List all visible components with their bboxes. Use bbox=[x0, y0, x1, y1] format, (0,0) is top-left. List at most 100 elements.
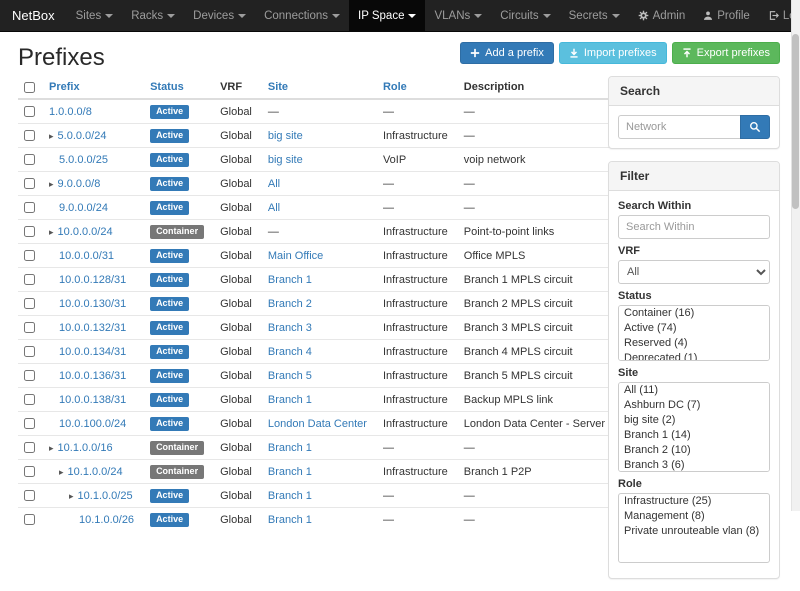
vrf-select[interactable]: All bbox=[618, 260, 770, 284]
status-option[interactable]: Deprecated (1) bbox=[619, 351, 769, 361]
row-checkbox[interactable] bbox=[24, 514, 35, 525]
role-cell: Infrastructure bbox=[375, 316, 456, 340]
row-checkbox[interactable] bbox=[24, 226, 35, 237]
site-link[interactable]: Branch 4 bbox=[268, 346, 312, 358]
select-all-checkbox[interactable] bbox=[24, 82, 35, 93]
site-option[interactable]: big site (2) bbox=[619, 413, 769, 428]
row-checkbox[interactable] bbox=[24, 490, 35, 501]
role-option[interactable]: Infrastructure (25) bbox=[619, 494, 769, 509]
status-listbox[interactable]: Container (16)Active (74)Reserved (4)Dep… bbox=[618, 305, 770, 361]
nav-item-vlans[interactable]: VLANs bbox=[425, 0, 491, 31]
expand-caret-icon: ▸ bbox=[49, 443, 54, 453]
prefix-link[interactable]: 10.0.100.0/24 bbox=[59, 418, 126, 430]
table-row: ▸10.1.0.0/16ContainerGlobalBranch 1—— bbox=[18, 436, 656, 460]
row-checkbox[interactable] bbox=[24, 178, 35, 189]
column-header-status[interactable]: Status bbox=[142, 76, 212, 99]
prefix-link[interactable]: 10.0.0.130/31 bbox=[59, 298, 126, 310]
export-prefixes-button[interactable]: Export prefixes bbox=[672, 42, 780, 64]
site-link[interactable]: London Data Center bbox=[268, 418, 367, 430]
site-link[interactable]: Branch 1 bbox=[268, 442, 312, 454]
prefix-link[interactable]: 5.0.0.0/24 bbox=[58, 130, 107, 142]
add-a-prefix-button[interactable]: Add a prefix bbox=[460, 42, 554, 64]
row-checkbox[interactable] bbox=[24, 418, 35, 429]
role-option[interactable]: Private unrouteable vlan (8) bbox=[619, 524, 769, 539]
scrollbar-thumb[interactable] bbox=[792, 34, 799, 209]
prefix-link[interactable]: 10.1.0.0/16 bbox=[58, 442, 113, 454]
prefix-link[interactable]: 9.0.0.0/8 bbox=[58, 178, 101, 190]
nav-item-ip-space[interactable]: IP Space bbox=[349, 0, 425, 31]
site-link[interactable]: big site bbox=[268, 154, 303, 166]
site-option[interactable]: All (11) bbox=[619, 383, 769, 398]
site-link[interactable]: Branch 1 bbox=[268, 514, 312, 526]
site-link[interactable]: All bbox=[268, 202, 280, 214]
checkbox-cell bbox=[18, 484, 41, 508]
prefix-link[interactable]: 10.0.0.136/31 bbox=[59, 370, 126, 382]
site-link[interactable]: Branch 2 bbox=[268, 298, 312, 310]
row-checkbox[interactable] bbox=[24, 466, 35, 477]
site-link[interactable]: Branch 5 bbox=[268, 370, 312, 382]
site-link[interactable]: Branch 1 bbox=[268, 466, 312, 478]
window-scrollbar[interactable] bbox=[791, 0, 800, 511]
prefix-link[interactable]: 10.1.0.0/25 bbox=[78, 490, 133, 502]
nav-item-racks[interactable]: Racks bbox=[122, 0, 184, 31]
role-cell: — bbox=[375, 99, 456, 124]
role-option[interactable]: Management (8) bbox=[619, 509, 769, 524]
site-option[interactable]: Branch 2 (10) bbox=[619, 443, 769, 458]
page-header: Prefixes Add a prefixImport prefixesExpo… bbox=[0, 32, 800, 76]
search-button[interactable] bbox=[740, 115, 770, 139]
row-checkbox[interactable] bbox=[24, 298, 35, 309]
site-link[interactable]: Main Office bbox=[268, 250, 323, 262]
row-checkbox[interactable] bbox=[24, 346, 35, 357]
site-link[interactable]: Branch 3 bbox=[268, 322, 312, 334]
prefix-link[interactable]: 10.0.0.0/31 bbox=[59, 250, 114, 262]
column-header-site[interactable]: Site bbox=[260, 76, 375, 99]
prefix-link[interactable]: 1.0.0.0/8 bbox=[49, 106, 92, 118]
status-option[interactable]: Reserved (4) bbox=[619, 336, 769, 351]
row-checkbox[interactable] bbox=[24, 442, 35, 453]
row-checkbox[interactable] bbox=[24, 370, 35, 381]
site-option[interactable]: Branch 1 (14) bbox=[619, 428, 769, 443]
prefix-link[interactable]: 5.0.0.0/25 bbox=[59, 154, 108, 166]
import-prefixes-button[interactable]: Import prefixes bbox=[559, 42, 667, 64]
role-listbox[interactable]: Infrastructure (25)Management (8)Private… bbox=[618, 493, 770, 563]
prefix-link[interactable]: 10.0.0.128/31 bbox=[59, 274, 126, 286]
nav-item-circuits[interactable]: Circuits bbox=[491, 0, 559, 31]
prefix-link[interactable]: 10.0.0.134/31 bbox=[59, 346, 126, 358]
prefix-link[interactable]: 9.0.0.0/24 bbox=[59, 202, 108, 214]
site-listbox[interactable]: All (11)Ashburn DC (7)big site (2)Branch… bbox=[618, 382, 770, 472]
prefix-link[interactable]: 10.1.0.0/26 bbox=[79, 514, 134, 526]
search-input[interactable] bbox=[618, 115, 740, 139]
prefix-link[interactable]: 10.1.0.0/24 bbox=[68, 466, 123, 478]
search-within-input[interactable] bbox=[618, 215, 770, 239]
prefix-link[interactable]: 10.0.0.138/31 bbox=[59, 394, 126, 406]
site-link[interactable]: Branch 1 bbox=[268, 394, 312, 406]
nav-item-sites[interactable]: Sites bbox=[67, 0, 123, 31]
site-link[interactable]: Branch 1 bbox=[268, 274, 312, 286]
vrf-cell: Global bbox=[212, 172, 260, 196]
status-option[interactable]: Active (74) bbox=[619, 321, 769, 336]
status-option[interactable]: Container (16) bbox=[619, 306, 769, 321]
row-checkbox[interactable] bbox=[24, 202, 35, 213]
site-link[interactable]: Branch 1 bbox=[268, 490, 312, 502]
row-checkbox[interactable] bbox=[24, 394, 35, 405]
column-header-prefix[interactable]: Prefix bbox=[41, 76, 142, 99]
row-checkbox[interactable] bbox=[24, 322, 35, 333]
brand-link[interactable]: NetBox bbox=[12, 0, 55, 31]
row-checkbox[interactable] bbox=[24, 274, 35, 285]
row-checkbox[interactable] bbox=[24, 250, 35, 261]
nav-item-profile[interactable]: Profile bbox=[694, 0, 759, 31]
row-checkbox[interactable] bbox=[24, 154, 35, 165]
site-option[interactable]: Branch 3 (6) bbox=[619, 458, 769, 472]
row-checkbox[interactable] bbox=[24, 130, 35, 141]
column-header-role[interactable]: Role bbox=[375, 76, 456, 99]
nav-item-secrets[interactable]: Secrets bbox=[560, 0, 629, 31]
site-option[interactable]: Ashburn DC (7) bbox=[619, 398, 769, 413]
nav-item-devices[interactable]: Devices bbox=[184, 0, 255, 31]
nav-item-admin[interactable]: Admin bbox=[629, 0, 695, 31]
site-link[interactable]: big site bbox=[268, 130, 303, 142]
nav-item-connections[interactable]: Connections bbox=[255, 0, 349, 31]
site-link[interactable]: All bbox=[268, 178, 280, 190]
prefix-link[interactable]: 10.0.0.0/24 bbox=[58, 226, 113, 238]
prefix-link[interactable]: 10.0.0.132/31 bbox=[59, 322, 126, 334]
row-checkbox[interactable] bbox=[24, 106, 35, 117]
